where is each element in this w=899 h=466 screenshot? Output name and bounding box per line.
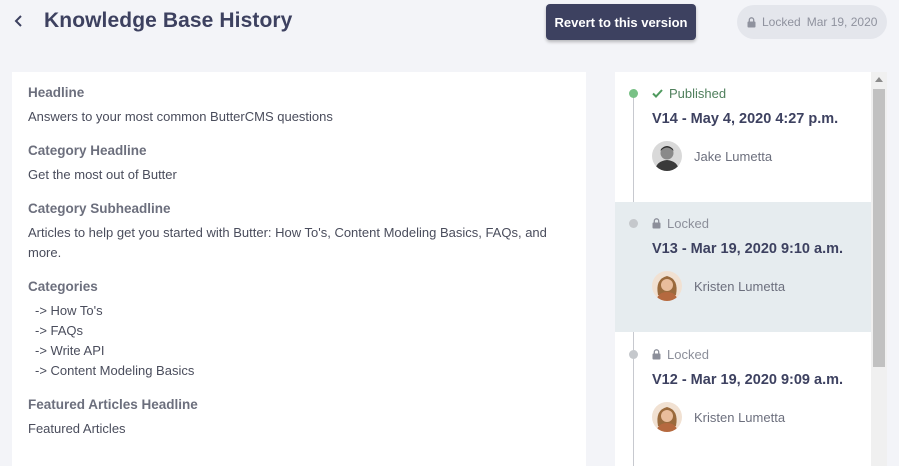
- version-status: Locked: [652, 347, 871, 362]
- locked-status-pill: Locked Mar 19, 2020: [737, 5, 887, 39]
- status-label: Locked: [667, 347, 709, 362]
- categories-list: -> How To's -> FAQs -> Write API -> Cont…: [28, 301, 570, 381]
- version-status: Published: [652, 86, 871, 101]
- version-item-v13[interactable]: Locked V13 - Mar 19, 2020 9:10 a.m. Kris…: [615, 202, 871, 332]
- timeline-dot: [629, 89, 638, 98]
- version-author: Jake Lumetta: [652, 141, 871, 171]
- field-label: Categories: [28, 279, 98, 294]
- scroll-up-arrow-icon[interactable]: [875, 77, 883, 82]
- lock-icon: [652, 349, 661, 360]
- avatar: [652, 141, 682, 171]
- version-title: V12 - Mar 19, 2020 9:09 a.m.: [652, 372, 844, 388]
- field-label: Category Headline: [28, 143, 147, 158]
- field-value: Answers to your most common ButterCMS qu…: [28, 109, 333, 124]
- revert-button[interactable]: Revert to this version: [546, 4, 696, 40]
- version-title: V13 - Mar 19, 2020 9:10 a.m.: [652, 241, 844, 257]
- field-label: Featured Articles Headline: [28, 397, 198, 412]
- chevron-left-icon: [14, 15, 22, 27]
- status-label: Locked: [667, 216, 709, 231]
- field-label: Category Subheadline: [28, 201, 171, 216]
- list-item: -> Content Modeling Basics: [35, 363, 195, 378]
- check-icon: [652, 89, 663, 98]
- timeline-dot: [629, 219, 638, 228]
- field-value: Get the most out of Butter: [28, 167, 177, 182]
- version-item-v14[interactable]: Published V14 - May 4, 2020 4:27 p.m. Ja…: [615, 72, 871, 202]
- history-scrollbar[interactable]: [871, 72, 887, 466]
- version-content-panel: Headline Answers to your most common But…: [12, 72, 586, 466]
- lock-icon: [652, 218, 661, 229]
- list-item: -> How To's: [35, 303, 103, 318]
- field-headline: Headline Answers to your most common But…: [28, 85, 570, 127]
- version-status: Locked: [652, 216, 871, 231]
- avatar: [652, 402, 682, 432]
- author-name: Jake Lumetta: [694, 148, 773, 164]
- version-title: V14 - May 4, 2020 4:27 p.m.: [652, 111, 839, 127]
- locked-date: Mar 19, 2020: [806, 15, 878, 29]
- field-featured-articles-headline: Featured Articles Headline Featured Arti…: [28, 397, 570, 439]
- field-categories: Categories -> How To's -> FAQs -> Write …: [28, 279, 570, 381]
- list-item: -> FAQs: [35, 323, 84, 338]
- field-category-headline: Category Headline Get the most out of Bu…: [28, 143, 570, 185]
- page-title: Knowledge Base History: [44, 9, 293, 32]
- field-category-subheadline: Category Subheadline Articles to help ge…: [28, 201, 570, 263]
- version-author: Kristen Lumetta: [652, 402, 871, 432]
- locked-label: Locked: [762, 15, 801, 29]
- author-name: Kristen Lumetta: [694, 278, 786, 294]
- author-name: Kristen Lumetta: [694, 409, 786, 425]
- timeline-dot: [629, 350, 638, 359]
- version-author: Kristen Lumetta: [652, 271, 871, 301]
- scroll-thumb[interactable]: [873, 89, 885, 367]
- field-label: Headline: [28, 85, 85, 100]
- status-label: Published: [669, 86, 727, 101]
- field-value: Featured Articles: [28, 421, 126, 436]
- field-value: Articles to help get you started with Bu…: [28, 225, 547, 260]
- back-button[interactable]: [10, 10, 26, 32]
- version-item-v12[interactable]: Locked V12 - Mar 19, 2020 9:09 a.m. Kris…: [615, 332, 871, 466]
- lock-icon: [747, 16, 756, 27]
- avatar: [652, 271, 682, 301]
- list-item: -> Write API: [35, 343, 105, 358]
- version-history-panel: Published V14 - May 4, 2020 4:27 p.m. Ja…: [615, 72, 871, 466]
